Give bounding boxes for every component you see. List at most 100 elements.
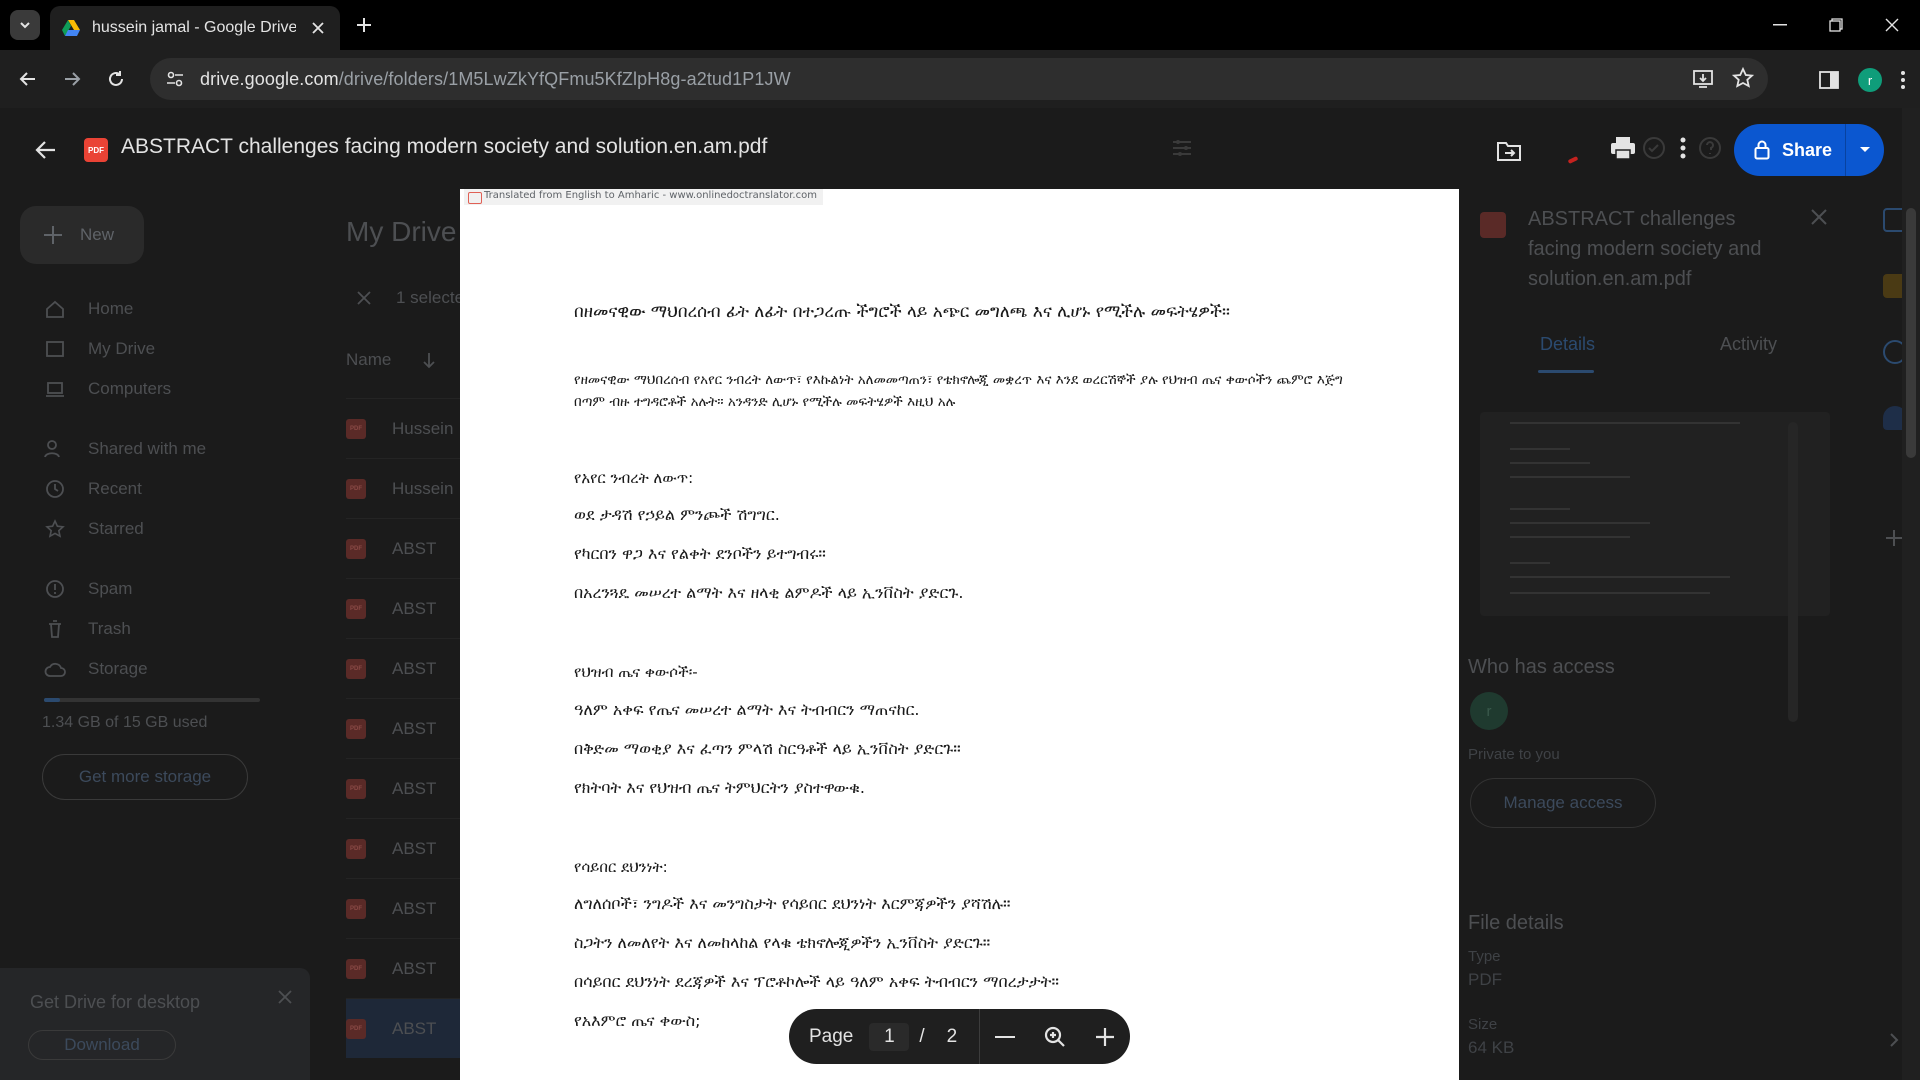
file-row[interactable]: PDF ABST [346,938,476,998]
browser-tab[interactable]: hussein jamal - Google Drive [50,6,340,50]
page-total: 2 [946,1025,958,1047]
get-more-storage-button[interactable]: Get more storage [42,754,248,800]
annotation-mark [1567,156,1579,164]
section-title: የአየር ንብረት ለውጥ: [574,469,694,487]
section-title: የሳይበር ደህንነት: [574,858,668,876]
file-row[interactable]: PDF ABST [346,758,476,818]
add-addon-icon[interactable] [1884,528,1904,553]
address-bar[interactable]: drive.google.com/drive/folders/1M5LwZkYf… [150,58,1768,100]
file-row[interactable]: PDF ABST [346,698,476,758]
details-panel: ABSTRACT challenges facing modern societ… [1458,96,1890,1057]
pdf-file-icon: PDF [346,478,366,499]
file-name: ABST [392,718,437,738]
name-column-header[interactable]: Name [346,350,391,370]
pdf-file-icon: PDF [346,538,366,559]
file-name: Hussein [392,418,454,438]
chevron-right-icon[interactable] [1888,1032,1900,1053]
page-number-input[interactable]: 1 [869,1022,910,1051]
tab-close-icon[interactable] [308,18,328,38]
file-row[interactable]: PDF ABST [346,818,476,878]
close-viewer-button[interactable] [30,134,62,166]
zoom-button[interactable] [1030,1009,1080,1064]
clock-icon [44,478,66,500]
sidebar-item-storage[interactable]: Storage [44,658,148,680]
clear-selection-icon[interactable] [356,290,372,306]
bookmark-star-icon[interactable] [1732,67,1754,89]
sort-arrow-icon[interactable] [421,351,437,369]
side-panel-icon[interactable] [1818,69,1840,91]
download-button[interactable]: Download [28,1030,176,1060]
selection-bar: 1 selected [356,288,474,308]
reload-icon [109,71,123,86]
sidebar-item-shared[interactable]: Shared with me [44,438,206,460]
tab-activity[interactable]: Activity [1720,334,1777,355]
manage-access-button[interactable]: Manage access [1470,778,1656,828]
tab-search-button[interactable] [10,10,40,40]
sidebar-item-label: Shared with me [88,439,207,458]
list-item: በሳይበር ደህንነት ደረጃዎች እና ፕሮቶኮሎች ላይ ዓለም አቀፍ ት… [574,972,1059,991]
profile-avatar[interactable]: r [1858,68,1882,92]
file-row[interactable]: PDF Hussein [346,398,476,458]
plus-icon [1096,1027,1115,1046]
new-button[interactable]: New [20,206,144,264]
file-row[interactable]: PDF ABST [346,638,476,698]
offline-status-icon[interactable] [1642,136,1666,165]
reload-button[interactable] [100,63,132,95]
file-row[interactable]: PDF ABST [346,518,476,578]
share-dropdown-button[interactable] [1846,124,1884,176]
sidebar-item-label: Storage [88,659,148,678]
chevron-down-icon [20,22,30,29]
desktop-card-close-icon[interactable] [278,990,292,1009]
page-scrollbar[interactable] [1902,108,1920,1080]
file-row[interactable]: PDF ABST [346,578,476,638]
file-name: ABST [392,838,437,858]
forward-button[interactable] [56,63,88,95]
sidebar-item-spam[interactable]: Spam [44,578,132,600]
new-tab-button[interactable] [350,11,378,39]
browser-menu-icon[interactable] [1900,69,1906,91]
back-button[interactable] [12,63,44,95]
file-row[interactable]: PDF Hussein [346,458,476,518]
site-info-icon[interactable] [166,70,184,88]
details-close-icon[interactable] [1810,208,1828,231]
share-button[interactable]: Share [1734,124,1846,176]
active-tab-indicator [1538,370,1594,373]
sidebar-item-home[interactable]: Home [44,298,133,320]
sidebar-item-computers[interactable]: Computers [44,378,171,400]
install-app-icon[interactable] [1692,67,1714,89]
sidebar-item-my-drive[interactable]: My Drive [44,338,155,360]
file-row[interactable]: PDF ABST [346,878,476,938]
restore-button[interactable] [1808,0,1864,50]
list-item: በአረንጓዴ መሠረተ ልማት እና ዘላቂ ልምዶች ላይ ኢንቨስት ያድር… [574,583,964,602]
trash-icon [44,618,66,640]
cloud-icon [44,658,66,680]
pdf-file-icon: PDF [346,718,366,739]
help-icon[interactable] [1698,136,1722,165]
tab-details[interactable]: Details [1540,334,1595,355]
sidebar-item-starred[interactable]: Starred [44,518,144,540]
page-label: Page [809,1025,854,1047]
move-to-folder-button[interactable] [1492,134,1526,168]
file-row-selected[interactable]: PDF ABST [346,998,476,1058]
home-icon [44,298,66,320]
pdf-file-icon: PDF [346,658,366,679]
translation-note[interactable]: Translated from English to Amharic - www… [464,189,823,205]
print-button[interactable] [1610,136,1636,165]
minus-icon [995,1035,1016,1038]
sidebar-item-trash[interactable]: Trash [44,618,131,640]
more-actions-button[interactable] [1680,136,1686,165]
filter-icon[interactable] [1170,136,1194,165]
sidebar-item-recent[interactable]: Recent [44,478,142,500]
details-scrollbar[interactable] [1788,422,1798,722]
zoom-out-button[interactable] [980,1009,1030,1064]
pdf-file-icon: PDF [346,418,366,439]
plus-icon [357,18,371,32]
minimize-button[interactable] [1752,0,1808,50]
zoom-in-button[interactable] [1080,1009,1130,1064]
sidebar-item-label: Home [88,299,134,318]
star-icon [44,518,66,540]
sidebar-item-label: Trash [88,619,131,638]
people-icon [44,438,66,460]
close-window-button[interactable] [1864,0,1920,50]
list-item: ስጋትን ለመለየት እና ለመከላከል የላቁ ቴክኖሎጂዎችን ኢንቨስት … [574,933,991,952]
